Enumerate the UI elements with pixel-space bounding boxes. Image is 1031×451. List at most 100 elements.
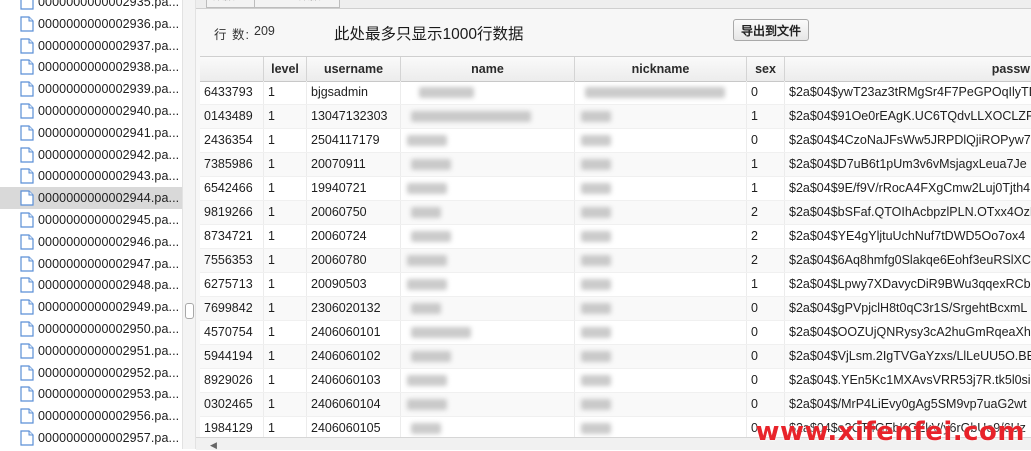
column-header[interactable]: sex bbox=[747, 57, 785, 81]
nickname-cell[interactable] bbox=[575, 201, 747, 224]
file-tree-item[interactable]: 0000000000002939.pa... bbox=[0, 78, 182, 100]
password-cell[interactable]: $2a$04$VjLsm.2IgTVGaYzxs/LlLeUU5O.BEa bbox=[785, 345, 1031, 368]
file-tree-item[interactable]: 0000000000002936.pa... bbox=[0, 13, 182, 35]
sex-cell[interactable]: 1 bbox=[747, 153, 785, 176]
username-cell[interactable]: 2504117179 bbox=[307, 129, 401, 152]
username-cell[interactable]: 20090503 bbox=[307, 273, 401, 296]
username-cell[interactable]: 2306020132 bbox=[307, 297, 401, 320]
nickname-cell[interactable] bbox=[575, 129, 747, 152]
row-id-cell[interactable]: 7556353 bbox=[200, 249, 264, 272]
name-cell[interactable] bbox=[401, 81, 575, 104]
username-cell[interactable]: 13047132303 bbox=[307, 105, 401, 128]
password-cell[interactable]: $2a$04$/MrP4LiEvy0gAg5SM9vp7uaG2wt bbox=[785, 393, 1031, 416]
file-tree-item[interactable]: 0000000000002951.pa... bbox=[0, 340, 182, 362]
password-cell[interactable]: $2a$04$9E/f9V/rRocA4FXgCmw2Luj0Tjth4 bbox=[785, 177, 1031, 200]
row-id-cell[interactable]: 2436354 bbox=[200, 129, 264, 152]
sex-cell[interactable]: 0 bbox=[747, 369, 785, 392]
sex-cell[interactable]: 0 bbox=[747, 297, 785, 320]
username-cell[interactable]: bjgsadmin bbox=[307, 81, 401, 104]
password-cell[interactable]: $2a$04$D7uB6t1pUm3v6vMsjagxLeua7Je bbox=[785, 153, 1031, 176]
column-header[interactable] bbox=[200, 57, 264, 81]
sex-cell[interactable]: 2 bbox=[747, 225, 785, 248]
export-to-file-button[interactable]: 导出到文件 bbox=[733, 19, 809, 41]
name-cell[interactable] bbox=[401, 273, 575, 296]
username-cell[interactable]: 2406060101 bbox=[307, 321, 401, 344]
username-cell[interactable]: 2406060104 bbox=[307, 393, 401, 416]
table-row[interactable]: 8734721 1 20060724 2 $2a$04$YE4gYljtuUchNuf7… bbox=[200, 225, 1031, 249]
username-cell[interactable]: 20070911 bbox=[307, 153, 401, 176]
password-cell[interactable]: $2a$04$4CzoNaJFsWw5JRPDlQjiROPyw7C bbox=[785, 129, 1031, 152]
column-header[interactable]: username bbox=[307, 57, 401, 81]
column-header[interactable]: level bbox=[264, 57, 307, 81]
name-cell[interactable] bbox=[401, 177, 575, 200]
table-row[interactable]: 8929026 1 2406060103 0 $2a$04$.YEn5Kc1MXAvsV… bbox=[200, 369, 1031, 393]
sex-cell[interactable]: 2 bbox=[747, 201, 785, 224]
file-tree-item[interactable]: 0000000000002950.pa... bbox=[0, 318, 182, 340]
table-row[interactable]: 6275713 1 20090503 1 $2a$04$Lpwy7XDavycDiR9B… bbox=[200, 273, 1031, 297]
file-tree-item[interactable]: 0000000000002948.pa... bbox=[0, 274, 182, 296]
password-cell[interactable]: $2a$04$ywT23az3tRMgSr4F7PeGPOqIlyTD bbox=[785, 81, 1031, 104]
level-cell[interactable]: 1 bbox=[264, 321, 307, 344]
name-cell[interactable] bbox=[401, 297, 575, 320]
file-tree-item[interactable]: 0000000000002937.pa... bbox=[0, 35, 182, 57]
level-cell[interactable]: 1 bbox=[264, 369, 307, 392]
sex-cell[interactable]: 2 bbox=[747, 249, 785, 272]
password-cell[interactable]: $2a$04$.YEn5Kc1MXAvsVRR53j7R.tk5l0siR bbox=[785, 369, 1031, 392]
level-cell[interactable]: 1 bbox=[264, 273, 307, 296]
level-cell[interactable]: 1 bbox=[264, 345, 307, 368]
sex-cell[interactable]: 1 bbox=[747, 177, 785, 200]
table-row[interactable]: 4570754 1 2406060101 0 $2a$04$OOZUjQNRysy3cA… bbox=[200, 321, 1031, 345]
nickname-cell[interactable] bbox=[575, 297, 747, 320]
level-cell[interactable]: 1 bbox=[264, 81, 307, 104]
password-cell[interactable]: $2a$04$6Aq8hmfg0Slakqe6Eohf3euRSlXC bbox=[785, 249, 1031, 272]
file-tree-item[interactable]: 0000000000002943.pa... bbox=[0, 165, 182, 187]
sex-cell[interactable]: 0 bbox=[747, 81, 785, 104]
file-tree-item[interactable]: 0000000000002953.pa... bbox=[0, 383, 182, 405]
level-cell[interactable]: 1 bbox=[264, 249, 307, 272]
file-tree-item[interactable]: 0000000000002952.pa... bbox=[0, 362, 182, 384]
password-cell[interactable]: $2a$04$Lpwy7XDavycDiR9BWu3qqexRCb bbox=[785, 273, 1031, 296]
password-cell[interactable]: $2a$04$gPVpjclH8t0qC3r1S/SrgehtBcxmL bbox=[785, 297, 1031, 320]
username-cell[interactable]: 20060750 bbox=[307, 201, 401, 224]
file-tree-item[interactable]: 0000000000002935.pa... bbox=[0, 0, 182, 13]
password-cell[interactable]: $2a$04$YE4gYljtuUchNuf7tDWD5Oo7ox4 bbox=[785, 225, 1031, 248]
table-row[interactable]: 6433793 1 bjgsadmin 0 $2a$04$ywT23az3tRMgSr4… bbox=[200, 81, 1031, 105]
nickname-cell[interactable] bbox=[575, 225, 747, 248]
password-cell[interactable]: $2a$04$OOZUjQNRysy3cA2huGmRqeaXh bbox=[785, 321, 1031, 344]
row-id-cell[interactable]: 8929026 bbox=[200, 369, 264, 392]
tree-scrollbar[interactable] bbox=[182, 0, 196, 449]
sex-cell[interactable]: 1 bbox=[747, 273, 785, 296]
nickname-cell[interactable] bbox=[575, 321, 747, 344]
nickname-cell[interactable] bbox=[575, 177, 747, 200]
sex-cell[interactable]: 0 bbox=[747, 129, 785, 152]
row-id-cell[interactable]: 7385986 bbox=[200, 153, 264, 176]
name-cell[interactable] bbox=[401, 345, 575, 368]
level-cell[interactable]: 1 bbox=[264, 177, 307, 200]
password-cell[interactable]: $2a$04$bSFaf.QTOIhAcbpzlPLN.OTxx4OzF bbox=[785, 201, 1031, 224]
username-cell[interactable]: 2406060103 bbox=[307, 369, 401, 392]
file-tree-item[interactable]: 0000000000002949.pa... bbox=[0, 296, 182, 318]
tab-deleted-data[interactable]: Deleted数据 bbox=[254, 0, 340, 8]
username-cell[interactable]: 2406060102 bbox=[307, 345, 401, 368]
row-id-cell[interactable]: 8734721 bbox=[200, 225, 264, 248]
nickname-cell[interactable] bbox=[575, 273, 747, 296]
table-row[interactable]: 7699842 1 2306020132 0 $2a$04$gPVpjclH8t0qC3… bbox=[200, 297, 1031, 321]
name-cell[interactable] bbox=[401, 249, 575, 272]
username-cell[interactable]: 20060724 bbox=[307, 225, 401, 248]
username-cell[interactable]: 19940721 bbox=[307, 177, 401, 200]
column-header[interactable]: nickname bbox=[575, 57, 747, 81]
nickname-cell[interactable] bbox=[575, 105, 747, 128]
sex-cell[interactable]: 1 bbox=[747, 105, 785, 128]
level-cell[interactable]: 1 bbox=[264, 105, 307, 128]
sex-cell[interactable]: 0 bbox=[747, 393, 785, 416]
row-id-cell[interactable]: 6433793 bbox=[200, 81, 264, 104]
scroll-left-arrow-icon[interactable]: ◀ bbox=[210, 440, 217, 451]
row-id-cell[interactable]: 0302465 bbox=[200, 393, 264, 416]
table-row[interactable]: 0302465 1 2406060104 0 $2a$04$/MrP4LiEvy0gAg… bbox=[200, 393, 1031, 417]
nickname-cell[interactable] bbox=[575, 393, 747, 416]
nickname-cell[interactable] bbox=[575, 345, 747, 368]
sex-cell[interactable]: 0 bbox=[747, 345, 785, 368]
file-tree-item[interactable]: 0000000000002946.pa... bbox=[0, 231, 182, 253]
name-cell[interactable] bbox=[401, 201, 575, 224]
tab-data[interactable]: 数据 bbox=[206, 0, 260, 8]
